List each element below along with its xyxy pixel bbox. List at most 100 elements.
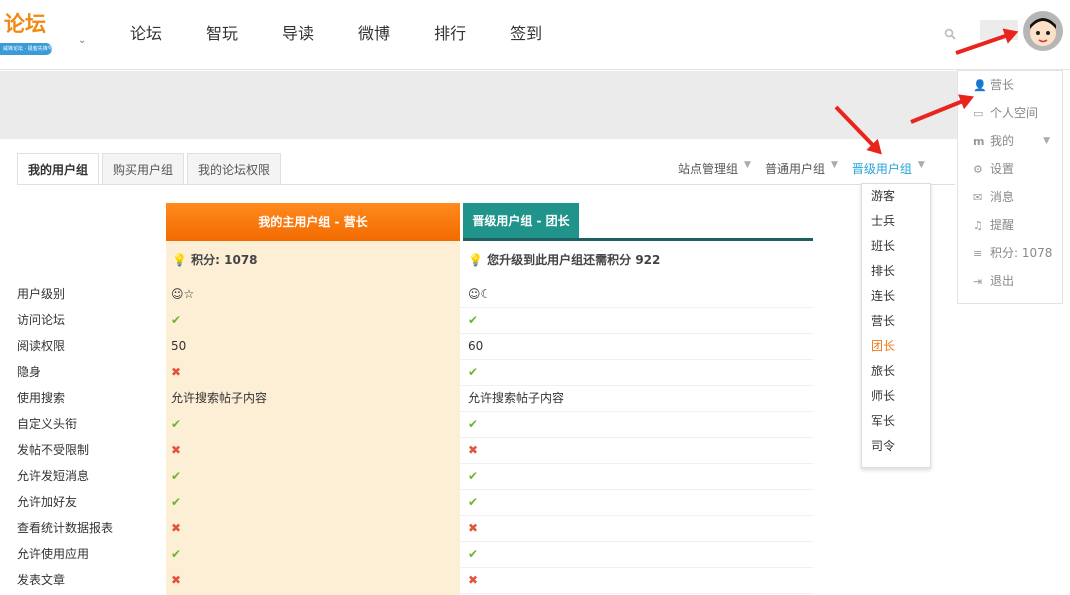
table-row: 阅读权限 50 60	[0, 333, 813, 359]
exit-icon: ⇥	[973, 275, 983, 288]
filter-site-admin-group[interactable]: 站点管理组	[678, 160, 738, 177]
row-label: 隐身	[17, 365, 42, 379]
table-row: 允许发短消息 ✔ ✔	[0, 463, 813, 489]
next-group-value: 60	[468, 339, 484, 353]
row-divider	[460, 593, 813, 594]
next-group-value: ✔	[468, 365, 479, 379]
table-row: 自定义头衔 ✔ ✔	[0, 411, 813, 437]
row-label: 阅读权限	[17, 339, 66, 353]
table-row: 查看统计数据报表 ✖ ✖	[0, 515, 813, 541]
group-filters: 站点管理组 ▼ 普通用户组 ▼ 晋级用户组 ▼	[678, 160, 939, 177]
logo-text: 论坛	[4, 12, 46, 36]
nav-item-weibo[interactable]: 微博	[358, 20, 390, 44]
main-group-score: 💡 积分: 1078	[172, 253, 258, 267]
main-group-value: ☺☆	[171, 287, 195, 301]
main-group-value: ✔	[171, 547, 182, 561]
tab-my-usergroup[interactable]: 我的用户组	[17, 153, 100, 185]
nav-item-forum[interactable]: 论坛	[130, 20, 162, 44]
m-icon: m	[973, 135, 985, 148]
main-group-value: ✖	[171, 443, 182, 457]
bell-icon: ♫	[973, 219, 983, 232]
filter-normal-user-group[interactable]: 普通用户组	[765, 160, 825, 177]
row-label: 用户级别	[17, 287, 66, 301]
main-group-value: ✔	[171, 469, 182, 483]
row-label: 发帖不受限制	[17, 443, 90, 457]
lightbulb-icon: 💡	[172, 253, 187, 267]
nav-item-zhiwan[interactable]: 智玩	[206, 20, 238, 44]
main-group-value: ✖	[171, 521, 182, 535]
chevron-down-icon[interactable]: ▼	[918, 160, 925, 177]
lightbulb-icon: 💡	[468, 253, 483, 267]
table-row: 发表文章 ✖ ✖	[0, 567, 813, 593]
main-group-value: ✔	[171, 313, 182, 327]
user-menu-item-messages[interactable]: ✉ 消息	[958, 183, 1062, 211]
tab-my-forum-permissions[interactable]: 我的论坛权限	[187, 153, 282, 185]
next-group-value: ☺☾	[468, 287, 492, 301]
promotion-group-dropdown: 游客 士兵 班长 排长 连长 营长 团长 旅长 师长 军长 司令	[861, 183, 931, 468]
usergroup-tabs: 我的用户组 购买用户组 我的论坛权限	[17, 153, 284, 185]
next-group-header-line	[463, 238, 813, 241]
dropdown-item[interactable]: 连长	[862, 284, 930, 309]
dropdown-item[interactable]: 排长	[862, 259, 930, 284]
mail-icon: ✉	[973, 191, 983, 204]
dropdown-item[interactable]: 营长	[862, 309, 930, 334]
next-group-value: ✖	[468, 573, 479, 587]
dropdown-item[interactable]: 司令	[862, 434, 930, 459]
tab-buy-usergroup[interactable]: 购买用户组	[102, 153, 185, 185]
filter-promotion-user-group[interactable]: 晋级用户组	[852, 160, 912, 177]
next-group-value: ✔	[468, 313, 479, 327]
top-navigation-bar: 论坛 威锋论坛 · 极客先锋号 ⌄ 论坛 智玩 导读 微博 排行 签到	[0, 0, 1070, 70]
table-row: 允许加好友 ✔ ✔	[0, 489, 813, 515]
dropdown-item[interactable]: 军长	[862, 409, 930, 434]
chevron-down-icon[interactable]: ⌄	[78, 35, 86, 46]
dropdown-item[interactable]: 班长	[862, 234, 930, 259]
main-group-value: 允许搜索帖子内容	[171, 391, 268, 405]
user-menu-item-settings[interactable]: ⚙ 设置	[958, 155, 1062, 183]
dropdown-item-selected[interactable]: 团长	[862, 334, 930, 359]
dropdown-item[interactable]: 旅长	[862, 359, 930, 384]
user-menu-item-mine[interactable]: m 我的 ▼	[958, 127, 1062, 155]
table-row: 隐身 ✖ ✔	[0, 359, 813, 385]
next-group-value: ✖	[468, 443, 479, 457]
dropdown-item[interactable]: 师长	[862, 384, 930, 409]
avatar[interactable]	[1023, 11, 1063, 51]
table-row: 发帖不受限制 ✖ ✖	[0, 437, 813, 463]
nav-item-guide[interactable]: 导读	[282, 20, 314, 44]
next-group-value: ✖	[468, 521, 479, 535]
logo-banner: 威锋论坛 · 极客先锋号	[0, 43, 52, 55]
site-logo[interactable]: 论坛 威锋论坛 · 极客先锋号	[0, 8, 60, 55]
row-label: 允许加好友	[17, 495, 78, 509]
row-label: 允许发短消息	[17, 469, 90, 483]
table-row: 访问论坛 ✔ ✔	[0, 307, 813, 333]
chevron-down-icon: ▼	[1043, 136, 1050, 146]
next-group-value: ✔	[468, 417, 479, 431]
row-label: 允许使用应用	[17, 547, 90, 561]
chevron-down-icon[interactable]: ▼	[831, 160, 838, 177]
next-group-value: 允许搜索帖子内容	[468, 391, 565, 405]
user-icon: 👤	[973, 79, 987, 92]
gear-icon: ⚙	[973, 163, 983, 176]
dropdown-item[interactable]: 士兵	[862, 209, 930, 234]
main-group-value: 50	[171, 339, 187, 353]
dropdown-item[interactable]: 游客	[862, 184, 930, 209]
user-menu-item-notices[interactable]: ♫ 提醒	[958, 211, 1062, 239]
main-group-value: ✔	[171, 495, 182, 509]
next-group-value: ✔	[468, 469, 479, 483]
next-group-score: 💡 您升级到此用户组还需积分 922	[468, 253, 661, 267]
next-group-value: ✔	[468, 547, 479, 561]
main-group-value: ✖	[171, 365, 182, 379]
main-group-value: ✖	[171, 573, 182, 587]
table-row: 允许使用应用 ✔ ✔	[0, 541, 813, 567]
search-icon[interactable]	[944, 25, 956, 44]
row-label: 使用搜索	[17, 391, 66, 405]
user-menu-item-points[interactable]: ≡ 积分: 1078	[958, 239, 1062, 267]
tab-divider	[17, 184, 955, 185]
row-label: 发表文章	[17, 573, 66, 587]
next-group-header: 晋级用户组 - 团长	[463, 203, 579, 239]
nav-item-ranking[interactable]: 排行	[434, 20, 466, 44]
user-menu-item-logout[interactable]: ⇥ 退出	[958, 267, 1062, 295]
table-row: 使用搜索 允许搜索帖子内容 允许搜索帖子内容	[0, 385, 813, 411]
nav-item-checkin[interactable]: 签到	[510, 20, 542, 44]
row-label: 访问论坛	[17, 313, 66, 327]
chevron-down-icon[interactable]: ▼	[744, 160, 751, 177]
